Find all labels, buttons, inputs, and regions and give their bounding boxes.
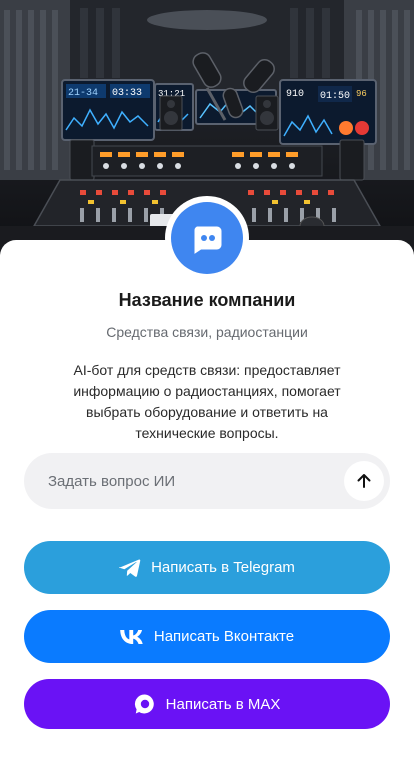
max-button[interactable]: Написать в MAX [24, 679, 390, 729]
telegram-icon [119, 558, 141, 578]
ask-ai-input[interactable] [48, 472, 344, 490]
monitor-readout-5: 01:50 [320, 91, 350, 102]
ask-ai-box [24, 453, 390, 509]
telegram-button-label: Написать в Telegram [151, 559, 295, 576]
company-name: Название компании [118, 290, 296, 310]
chat-bot-avatar [171, 202, 243, 274]
monitor-readout-1: 21-34 [68, 88, 98, 99]
arrow-up-icon [357, 474, 371, 488]
company-category: Средства связи, радиостанции [106, 324, 308, 340]
monitor-readout-6: 96 [356, 89, 367, 99]
vk-button-label: Написать Вконтакте [153, 628, 295, 645]
monitor-readout-2: 03:33 [112, 88, 142, 99]
chat-bubble-icon [194, 226, 222, 254]
max-icon [134, 693, 156, 715]
send-button[interactable] [344, 461, 384, 501]
telegram-button[interactable]: Написать в Telegram [24, 541, 390, 594]
avatar [165, 196, 249, 280]
company-description: AI-бот для средств связи: предоставляет … [73, 362, 341, 441]
vk-button[interactable]: Написать Вконтакте [24, 610, 390, 663]
max-button-label: Написать в MAX [165, 695, 281, 713]
monitor-readout-4: 910 [286, 89, 304, 100]
vk-icon [120, 629, 144, 644]
